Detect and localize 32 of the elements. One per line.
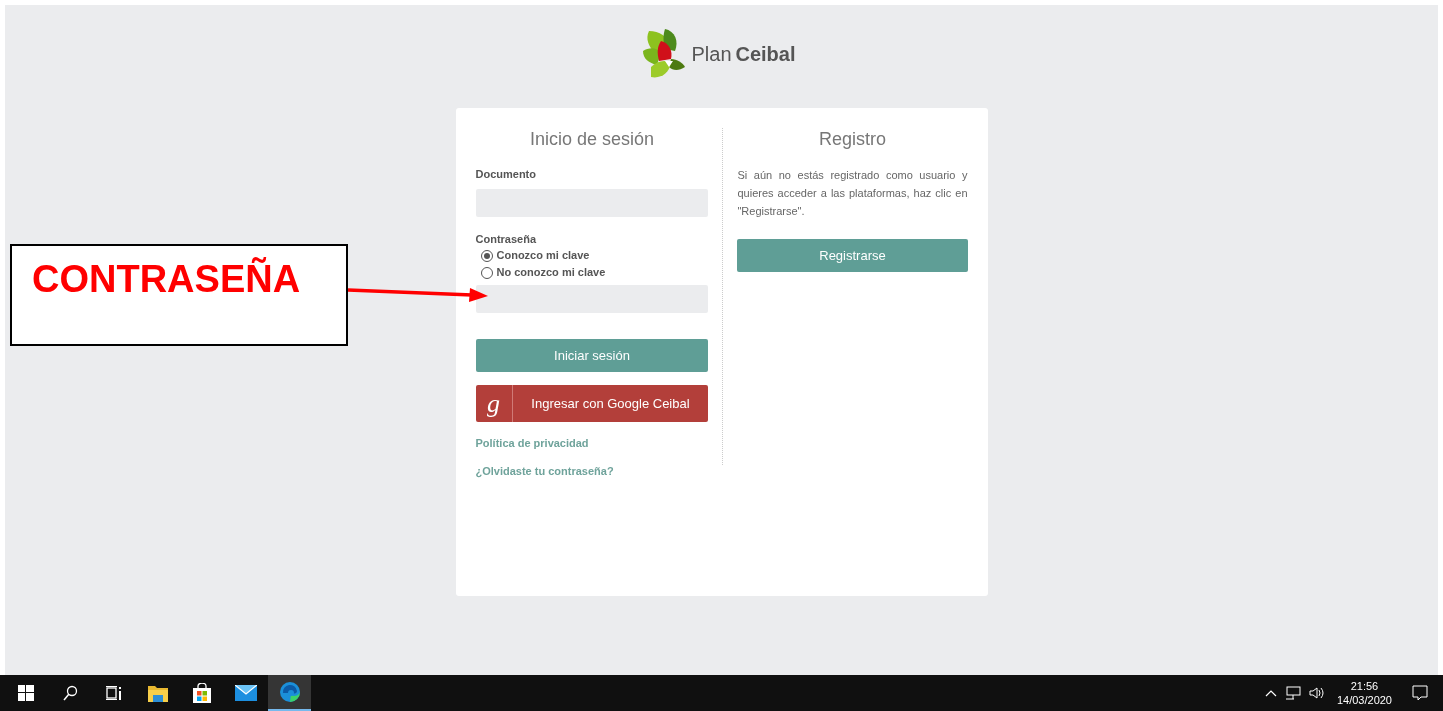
password-field[interactable] xyxy=(475,285,709,313)
clock-time: 21:56 xyxy=(1350,679,1379,693)
radio-label: No conozco mi clave xyxy=(496,265,606,281)
chevron-up-icon[interactable] xyxy=(1264,689,1277,697)
radio-label: Conozco mi clave xyxy=(496,248,590,264)
logo-text: Ceibal xyxy=(735,42,796,67)
register-button[interactable]: Registrarse xyxy=(737,239,968,272)
envelope-icon xyxy=(234,685,257,701)
privacy-link[interactable]: Política de privacidad xyxy=(475,435,709,452)
notification-icon[interactable] xyxy=(1412,685,1428,701)
folder-icon xyxy=(147,684,168,702)
logo-text: Plan xyxy=(691,42,732,67)
clock-date: 14/03/2020 xyxy=(1336,693,1392,707)
register-description: Si aún no estás registrado como usuario y quieres acceder a las plataformas, haz clic en "Registrarse". xyxy=(737,168,968,219)
field-label: Contraseña xyxy=(475,231,538,247)
field-label: Documento xyxy=(475,167,537,182)
volume-icon[interactable] xyxy=(1308,686,1325,700)
radio-button[interactable] xyxy=(480,266,493,279)
task-view-icon xyxy=(105,685,122,701)
radio-button[interactable] xyxy=(480,249,493,262)
windows-icon xyxy=(17,685,34,701)
section-title: Registro xyxy=(817,128,887,150)
google-login-button[interactable]: Ingresar con Google Ceibal xyxy=(512,385,709,422)
forgot-password-link[interactable]: ¿Olvidaste tu contraseña? xyxy=(475,462,709,479)
taskbar-button[interactable] xyxy=(268,675,311,711)
login-button[interactable]: Iniciar sesión xyxy=(475,339,709,372)
shopping-bag-icon xyxy=(191,683,212,703)
search-icon xyxy=(61,685,78,701)
browser-icon xyxy=(278,681,301,703)
network-icon[interactable] xyxy=(1284,686,1301,700)
section-title: Inicio de sesión xyxy=(528,128,655,150)
annotation-text: CONTRASEÑA xyxy=(32,258,301,300)
